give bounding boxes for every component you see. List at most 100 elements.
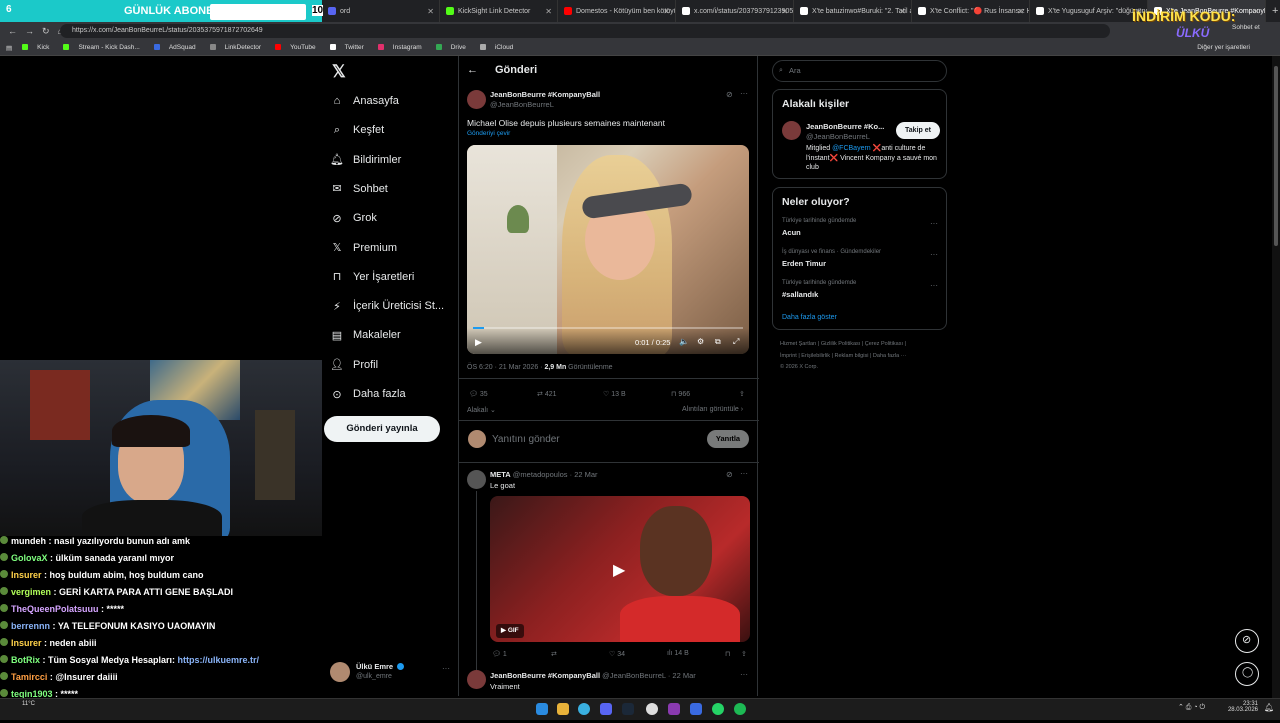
footer-links-1[interactable]: Hizmet Şartları | Gizlilik Politikası | … bbox=[780, 341, 906, 347]
browser-tab[interactable]: X'te Conflict: "🔴 Rus İnsansız Ha ✕ bbox=[912, 0, 1030, 22]
bookmark-item[interactable]: YouTube bbox=[275, 44, 320, 51]
pip-icon[interactable]: ⧉ bbox=[715, 337, 721, 347]
trend-more-icon[interactable]: ··· bbox=[930, 281, 938, 290]
chat-username[interactable]: berrennn bbox=[11, 621, 50, 631]
bookmark-item[interactable]: Drive bbox=[435, 44, 470, 51]
grok-floating-button[interactable]: ⊘ bbox=[1235, 629, 1259, 653]
whatsapp-icon[interactable] bbox=[712, 703, 724, 715]
related-avatar[interactable] bbox=[782, 121, 801, 140]
fullscreen-icon[interactable]: ⤢ bbox=[733, 337, 739, 347]
footer-links-2[interactable]: İmprint | Erişilebilirlik | Reklam bilgi… bbox=[780, 353, 906, 359]
close-tab-icon[interactable]: ✕ bbox=[427, 7, 434, 16]
chat-button[interactable]: Sohbet et bbox=[1232, 24, 1260, 31]
steam-icon[interactable] bbox=[622, 703, 634, 715]
discord-icon[interactable] bbox=[600, 703, 612, 715]
nav-item[interactable]: 👤︎ Profil bbox=[330, 354, 378, 376]
related-handle[interactable]: @JeanBonBeurreL bbox=[806, 132, 870, 141]
chat-link[interactable]: https://ulkuemre.tr/ bbox=[178, 655, 260, 665]
chat-username[interactable]: Tamircci bbox=[11, 672, 47, 682]
page-scrollbar[interactable] bbox=[1272, 56, 1280, 698]
reply1-handle[interactable]: @metadopoulos · 22 Mar bbox=[513, 470, 598, 479]
chat-username[interactable]: BotRix bbox=[11, 655, 40, 665]
app-icon[interactable] bbox=[690, 703, 702, 715]
post-button[interactable]: Gönderi yayınla bbox=[324, 416, 440, 442]
trend-name[interactable]: Erden Timur bbox=[782, 259, 826, 268]
reply2-more-icon[interactable]: ··· bbox=[740, 670, 748, 679]
nav-item[interactable]: 🔔︎ Bildirimler bbox=[330, 149, 401, 171]
reply2-handle[interactable]: @JeanBonBeurreL · 22 Mar bbox=[602, 671, 696, 680]
reply1-like-action[interactable]: ♡ 34 bbox=[609, 650, 625, 659]
bookmark-item[interactable]: iCloud bbox=[479, 44, 517, 51]
weather-temp[interactable]: 11°C bbox=[22, 701, 35, 707]
close-tab-icon[interactable]: ✕ bbox=[1017, 7, 1024, 16]
back-icon[interactable]: ← bbox=[8, 26, 17, 36]
bookmark-item[interactable]: Instagram bbox=[377, 44, 426, 51]
bookmark-item[interactable]: AdSquad bbox=[153, 44, 200, 51]
close-tab-icon[interactable]: ✕ bbox=[545, 7, 552, 16]
url-input[interactable]: https://x.com/JeanBonBeurreL/status/2035… bbox=[60, 24, 1110, 38]
grok-icon[interactable]: ⊘ bbox=[726, 90, 733, 99]
start-icon[interactable] bbox=[536, 703, 548, 715]
trend-name[interactable]: Acun bbox=[782, 228, 801, 237]
close-tab-icon[interactable]: ✕ bbox=[781, 7, 788, 16]
chat-username[interactable]: GolovaX bbox=[11, 553, 48, 563]
translate-link[interactable]: Gönderiyi çevir bbox=[467, 130, 510, 137]
file-explorer-icon[interactable] bbox=[557, 703, 569, 715]
bookmark-action[interactable]: ⊓ 966 bbox=[671, 390, 690, 399]
chat-username[interactable]: Insurer bbox=[11, 638, 42, 648]
back-arrow-icon[interactable]: ← bbox=[467, 64, 478, 76]
show-more-link[interactable]: Daha fazla göster bbox=[782, 314, 837, 321]
chrome-icon[interactable] bbox=[646, 703, 658, 715]
post-author-avatar[interactable] bbox=[467, 90, 486, 109]
volume-icon[interactable]: 🔈 bbox=[679, 337, 689, 346]
related-name[interactable]: JeanBonBeurre #Ko... bbox=[806, 122, 884, 131]
share-icon[interactable]: ⇪ bbox=[739, 390, 745, 398]
account-switcher[interactable]: Ülkü Emre @ulk_emre ··· bbox=[330, 660, 454, 684]
gif-play-icon[interactable]: ▶ bbox=[613, 560, 625, 580]
chat-username[interactable]: Insurer bbox=[11, 570, 42, 580]
nav-item[interactable]: 𝕏 Premium bbox=[330, 237, 397, 259]
follow-button[interactable]: Takip et bbox=[896, 122, 940, 139]
bookmarks-grid-icon[interactable]: ▤ bbox=[6, 44, 12, 52]
more-icon[interactable]: ··· bbox=[442, 664, 450, 673]
bookmark-item[interactable]: LinkDetector bbox=[209, 44, 266, 51]
trend-name[interactable]: #sallandık bbox=[782, 290, 818, 299]
forward-icon[interactable]: → bbox=[25, 26, 34, 36]
post-author-handle[interactable]: @JeanBonBeurreL bbox=[490, 100, 554, 109]
browser-tab[interactable]: KickSight Link Detector ✕ bbox=[440, 0, 558, 22]
reply1-more-icon[interactable]: ··· bbox=[740, 469, 748, 478]
reload-icon[interactable]: ↻ bbox=[42, 26, 50, 37]
app-icon[interactable] bbox=[668, 703, 680, 715]
nav-item[interactable]: ▤ Makaleler bbox=[330, 324, 401, 346]
browser-tab[interactable]: Domestos - Kötüyüm ben kötüyüm ✕ bbox=[558, 0, 676, 22]
search-input[interactable]: ⌕ Ara bbox=[772, 60, 947, 82]
like-action[interactable]: ♡ 13 B bbox=[603, 390, 626, 399]
messages-floating-button[interactable]: ◯ bbox=[1235, 662, 1259, 686]
notification-icon[interactable]: 🔔︎ bbox=[1264, 703, 1274, 712]
spotify-icon[interactable] bbox=[734, 703, 746, 715]
browser-tab[interactable]: ord ✕ bbox=[322, 0, 440, 22]
bookmark-item[interactable]: Kick bbox=[22, 44, 53, 51]
bookmark-item[interactable]: Stream - Kick Dash... bbox=[63, 44, 143, 51]
nav-item[interactable]: ⚡︎ İçerik Üreticisi St... bbox=[330, 295, 444, 317]
trend-more-icon[interactable]: ··· bbox=[930, 219, 938, 228]
reply-action[interactable]: 💬︎ 35 bbox=[469, 390, 488, 399]
bookmark-item[interactable]: Twitter bbox=[329, 44, 368, 51]
clock[interactable]: 23:31 28.03.2026 bbox=[1214, 701, 1258, 713]
video-progress-track[interactable] bbox=[473, 327, 743, 329]
nav-item[interactable]: ✉ Sohbet bbox=[330, 178, 387, 200]
repost-action[interactable]: ⇄ 421 bbox=[537, 390, 557, 399]
chat-username[interactable]: mundeh bbox=[11, 536, 46, 546]
tray-icons[interactable]: ⌃ ⎙ ◔ ⏻ bbox=[1178, 703, 1205, 712]
browser-tab[interactable]: x.com/i/status/2037937912390561 ✕ bbox=[676, 0, 794, 22]
post-video[interactable]: ▶ 0:01 / 0:25 🔈 ⚙ ⧉ ⤢ bbox=[467, 145, 749, 354]
reply1-bookmark-icon[interactable]: ⊓ bbox=[725, 650, 730, 658]
reply2-avatar[interactable] bbox=[467, 670, 486, 689]
reply1-gif[interactable]: ▶ ▶ GIF bbox=[490, 496, 750, 642]
reply1-reply-action[interactable]: 💬︎ 1 bbox=[492, 650, 507, 659]
settings-icon[interactable]: ⚙ bbox=[697, 337, 704, 346]
close-tab-icon[interactable]: ✕ bbox=[899, 7, 906, 16]
nav-item[interactable]: ⊘ Grok bbox=[330, 207, 376, 229]
trend-more-icon[interactable]: ··· bbox=[930, 250, 938, 259]
nav-item[interactable]: ⊙ Daha fazla bbox=[330, 383, 405, 405]
